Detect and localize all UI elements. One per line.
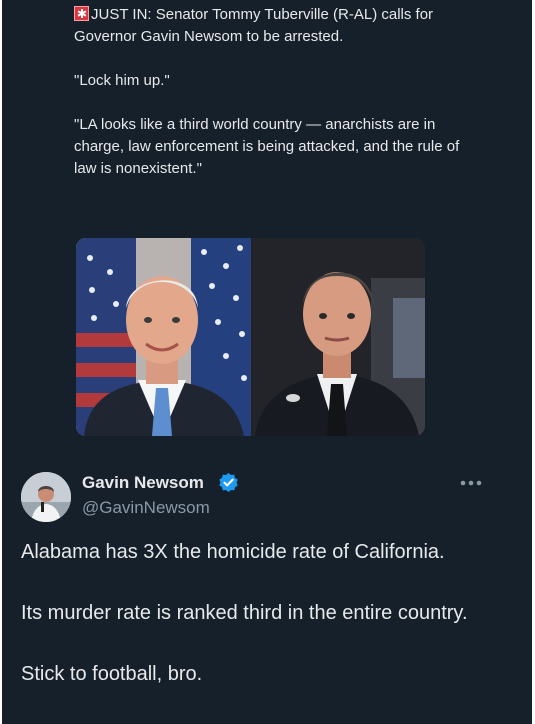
photo-left-portrait[interactable] [76, 238, 251, 436]
verified-badge-icon [219, 472, 238, 493]
reply-paragraph: Stick to football, bro. [21, 663, 203, 685]
rotating-light-icon [74, 6, 89, 21]
avatar-image [21, 472, 71, 522]
author-name[interactable]: Gavin Newsom [82, 473, 204, 493]
quoted-headline: JUST IN: Senator Tommy Tuberville (R-AL)… [74, 4, 474, 48]
headline-text: JUST IN: Senator Tommy Tuberville (R-AL)… [74, 6, 434, 45]
author-handle[interactable]: @GavinNewsom [82, 498, 210, 518]
portrait-illustration-right [253, 238, 425, 436]
avatar[interactable] [21, 472, 71, 522]
portrait-illustration-left [76, 238, 251, 436]
reply-post-text: Alabama has 3X the homicide rate of Cali… [21, 540, 521, 687]
media-collage[interactable] [76, 238, 425, 436]
reply-paragraph: Its murder rate is ranked third in the e… [21, 602, 468, 624]
photo-right-portrait[interactable] [253, 238, 425, 436]
more-options-icon[interactable] [459, 479, 483, 487]
quote-two: "LA looks like a third world country — a… [74, 116, 460, 177]
quoted-post-text: JUST IN: Senator Tommy Tuberville (R-AL)… [74, 4, 474, 180]
screenshot-frame: JUST IN: Senator Tommy Tuberville (R-AL)… [0, 0, 535, 724]
reply-paragraph: Alabama has 3X the homicide rate of Cali… [21, 541, 445, 563]
quote-one: "Lock him up." [74, 72, 170, 89]
post-panel: JUST IN: Senator Tommy Tuberville (R-AL)… [2, 0, 532, 724]
